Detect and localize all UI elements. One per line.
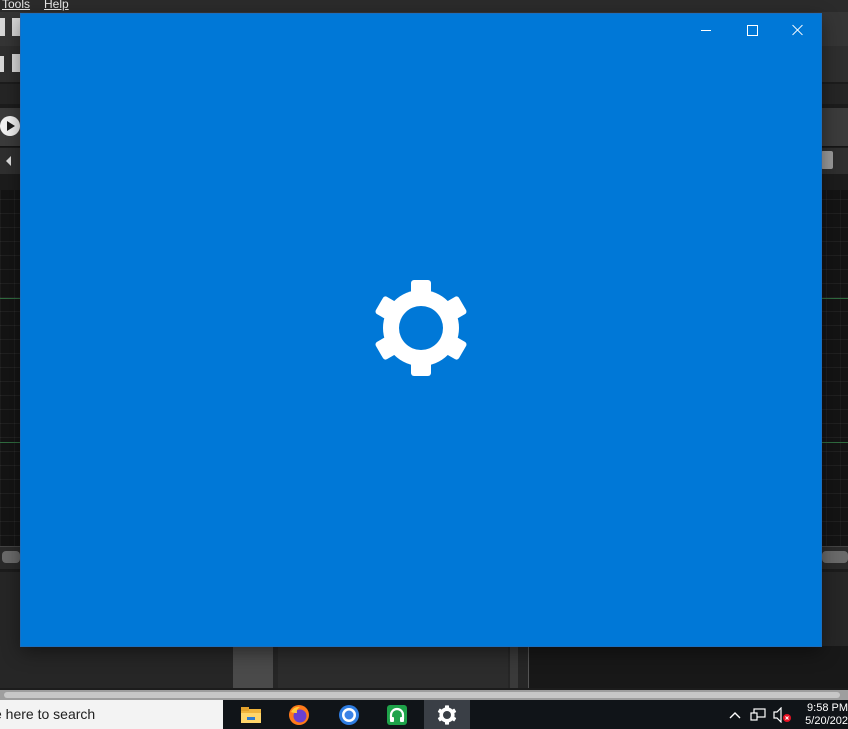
close-icon (792, 24, 804, 36)
toolbar-bar-icon[interactable] (0, 56, 4, 72)
taskbar: e here to search 9:58 PM 5/20/202 (0, 700, 848, 729)
chevron-up-icon (729, 711, 741, 718)
scroll-left-icon[interactable] (6, 156, 11, 166)
toolbar-plug-icon[interactable] (12, 54, 20, 72)
taskbar-chrome[interactable] (326, 700, 372, 729)
play-icon[interactable] (0, 116, 20, 136)
network-icon (750, 707, 766, 721)
toolbar-tool-icon[interactable] (0, 18, 5, 36)
gear-icon (437, 704, 457, 725)
mixer-area (278, 646, 508, 688)
network-button[interactable] (748, 700, 768, 729)
maximize-button[interactable] (729, 14, 775, 46)
taskbar-file-explorer[interactable] (228, 700, 274, 729)
search-placeholder: e here to search (0, 706, 96, 722)
clock-time: 9:58 PM (807, 702, 848, 714)
maximize-icon (746, 24, 758, 36)
clock-date: 5/20/202 (805, 715, 848, 727)
menu-bar: Tools Help (0, 0, 848, 12)
volume-button[interactable] (772, 700, 792, 729)
taskbar-clock[interactable]: 9:58 PM 5/20/202 (800, 702, 848, 728)
gear-icon (371, 278, 471, 378)
taskbar-search-box[interactable]: e here to search (0, 700, 223, 729)
scroll-thumb-left[interactable] (2, 551, 20, 563)
folder-icon (241, 706, 261, 723)
mixer-channel[interactable] (233, 646, 273, 688)
toolbar-save-icon[interactable] (12, 18, 20, 36)
menu-help[interactable]: Help (44, 0, 69, 10)
chrome-icon (339, 704, 359, 725)
show-hidden-icons-button[interactable] (726, 700, 744, 729)
taskbar-green-app[interactable] (374, 700, 420, 729)
headphones-icon (387, 704, 407, 725)
taskbar-firefox[interactable] (276, 700, 322, 729)
bottom-scrollbar-thumb[interactable] (4, 692, 840, 698)
close-button[interactable] (775, 14, 821, 46)
menu-tools[interactable]: Tools (2, 0, 30, 10)
minimize-button[interactable] (683, 14, 729, 46)
lock-icon[interactable] (821, 151, 833, 169)
mixer-divider[interactable] (510, 646, 518, 688)
scroll-thumb-right[interactable] (822, 551, 848, 563)
firefox-icon (289, 704, 309, 725)
minimize-icon (701, 29, 711, 31)
settings-window[interactable] (21, 14, 821, 646)
mixer-right-area (528, 646, 848, 688)
taskbar-settings[interactable] (424, 700, 470, 729)
bottom-scrollbar[interactable] (0, 690, 848, 700)
volume-muted-icon (773, 706, 791, 723)
